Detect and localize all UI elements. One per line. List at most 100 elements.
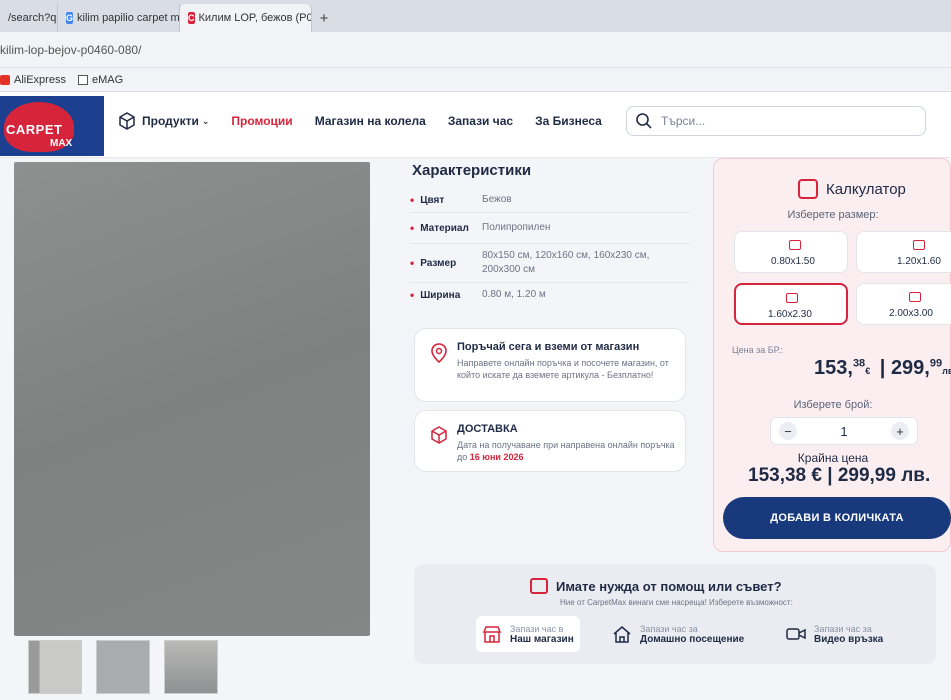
- search-icon: [636, 113, 652, 129]
- browser-tab-active[interactable]: C Килим LOP, бежов (P046 ✕: [180, 4, 312, 32]
- video-icon: [786, 628, 806, 640]
- bookmark-label: eMAG: [91, 73, 124, 86]
- price-bgn-int: 299,: [890, 357, 930, 379]
- chat-bubble-icon: [530, 578, 548, 594]
- book-video-call-option[interactable]: Запази час за Видео връзка: [780, 616, 889, 652]
- product-main-image[interactable]: [14, 162, 370, 636]
- option-line2: Видео връзка: [814, 633, 884, 645]
- help-subtitle: Ние от CarpetMax винаги сме насреща! Изб…: [560, 598, 793, 607]
- pickup-title: Поръчай сега и вземи от магазин: [457, 341, 640, 353]
- product-thumbnail[interactable]: [164, 640, 218, 694]
- bookmark-aliexpress[interactable]: AliExpress: [0, 74, 66, 86]
- char-key: Размер: [410, 249, 482, 277]
- size-option-selected[interactable]: 1.60x2.30: [734, 283, 848, 325]
- product-thumbnail[interactable]: [96, 640, 150, 694]
- rug-size-icon: [786, 293, 798, 303]
- price-eur-dec: 38: [852, 357, 866, 370]
- help-panel: Имате нужда от помощ или съвет? Ние от C…: [414, 564, 936, 664]
- search-placeholder: Търси...: [661, 114, 706, 128]
- carpetmax-logo[interactable]: CARPET MAX: [0, 96, 104, 156]
- tab-label: Килим LOP, бежов (P046: [198, 12, 312, 24]
- tab-label: /search?qu: [8, 12, 58, 24]
- delivery-title: ДОСТАВКА: [457, 423, 518, 435]
- option-line2: Домашно посещение: [640, 633, 745, 645]
- char-value: Бежов: [482, 194, 512, 205]
- qty-minus-button[interactable]: −: [779, 422, 797, 440]
- size-option[interactable]: 0.80x1.50: [734, 231, 848, 273]
- rug-size-icon: [909, 292, 921, 302]
- search-input[interactable]: Търси...: [626, 106, 926, 136]
- package-icon: [431, 426, 447, 444]
- choose-size-label: Изберете размер:: [787, 209, 879, 221]
- option-line2: Наш магазин: [510, 633, 574, 645]
- bookmark-label: AliExpress: [14, 73, 66, 86]
- quantity-stepper: − 1 +: [770, 417, 918, 445]
- new-tab-button[interactable]: +: [312, 4, 336, 32]
- help-title-text: Имате нужда от помощ или съвет?: [556, 578, 782, 594]
- nav-products[interactable]: Продукти ⌄: [118, 112, 209, 130]
- browser-tab-bar: /search?qu G kilim papilio carpet max C …: [0, 0, 951, 32]
- aliexpress-icon: [0, 74, 10, 85]
- size-label: 2.00x3.00: [889, 308, 933, 319]
- size-label: 1.60x2.30: [768, 309, 812, 320]
- char-key: Цвят: [410, 193, 482, 207]
- pickup-desc: Направете онлайн поръчка и посочете мага…: [457, 358, 669, 380]
- unit-price: 153,38€ | 299,99лв: [814, 357, 951, 380]
- char-key: Материал: [410, 221, 482, 235]
- table-row: Цвят Бежов: [410, 188, 690, 213]
- help-title: Имате нужда от помощ или съвет?: [530, 578, 782, 594]
- final-price-label: Крайна цена: [797, 451, 869, 465]
- size-label: 0.80x1.50: [771, 256, 815, 267]
- delivery-desc: Дата на получаване при направена онлайн …: [457, 439, 675, 463]
- site-header: CARPET MAX Продукти ⌄ Промоции Магазин н…: [0, 92, 951, 158]
- qty-value[interactable]: 1: [840, 424, 847, 439]
- logo-text: CARPET: [6, 122, 63, 137]
- price-separator: |: [879, 357, 886, 379]
- size-label: 1.20x1.60: [897, 256, 941, 267]
- bookmarks-bar: AliExpress eMAG: [0, 68, 951, 92]
- thumbnail-strip: [28, 640, 232, 694]
- calculator-header: Калкулатор: [798, 179, 906, 199]
- tab-label: kilim papilio carpet max: [77, 12, 180, 24]
- price-bgn-dec: 99: [929, 357, 943, 370]
- url-text: kilim-lop-bejov-p0460-080/: [0, 42, 142, 57]
- address-bar[interactable]: kilim-lop-bejov-p0460-080/: [0, 32, 951, 68]
- char-value: 0.80 м, 1.20 м: [482, 289, 546, 300]
- nav-business[interactable]: За Бизнеса: [535, 114, 602, 128]
- main-nav: Продукти ⌄ Промоции Магазин на колела За…: [118, 112, 624, 130]
- book-home-visit-option[interactable]: Запази час за Домашно посещение: [606, 616, 750, 652]
- table-row: Размер 80x150 см, 120x160 см, 160x230 см…: [410, 244, 690, 283]
- page-icon: [77, 74, 88, 85]
- char-value: Полипропилен: [482, 222, 551, 233]
- char-value: 80x150 см, 120x160 см, 160x230 см, 200x3…: [482, 250, 650, 275]
- size-option[interactable]: 2.00x3.00: [856, 283, 951, 325]
- price-eur-cur: €: [865, 366, 871, 376]
- table-row: Материал Полипропилен: [410, 213, 690, 244]
- nav-products-label: Продукти: [142, 114, 199, 128]
- nav-book-hour[interactable]: Запази час: [448, 114, 513, 128]
- location-pin-icon: [431, 343, 447, 363]
- logo-text-max: MAX: [50, 138, 73, 149]
- final-price: 153,38 € | 299,99 лв.: [748, 465, 931, 486]
- size-option[interactable]: 1.20x1.60: [856, 231, 951, 273]
- cube-icon: [119, 112, 135, 130]
- add-to-cart-button[interactable]: ДОБАВИ В КОЛИЧКАТА: [723, 497, 951, 539]
- book-store-visit-option[interactable]: Запази час в Наш магазин: [476, 616, 580, 652]
- qty-plus-button[interactable]: +: [890, 422, 909, 440]
- nav-mobile-store[interactable]: Магазин на колела: [315, 114, 426, 128]
- bookmark-emag[interactable]: eMAG: [77, 73, 124, 86]
- delivery-card: ДОСТАВКА Дата на получаване при направен…: [414, 410, 686, 472]
- product-thumbnail[interactable]: [28, 640, 82, 694]
- chevron-down-icon: ⌄: [201, 115, 210, 126]
- rug-size-icon: [913, 240, 925, 250]
- pickup-card: Поръчай сега и вземи от магазин Направет…: [414, 328, 686, 402]
- google-icon: G: [66, 12, 74, 24]
- price-bgn-cur: лв: [942, 366, 951, 376]
- browser-tab[interactable]: G kilim papilio carpet max: [58, 4, 180, 32]
- option-text: Запази час в Наш магазин: [510, 624, 574, 645]
- nav-promotions[interactable]: Промоции: [231, 114, 292, 128]
- home-icon: [613, 626, 631, 643]
- browser-tab[interactable]: /search?qu: [0, 4, 58, 32]
- option-text: Запази час за Домашно посещение: [640, 624, 744, 645]
- unit-price-label: Цена за БР.:: [732, 345, 783, 355]
